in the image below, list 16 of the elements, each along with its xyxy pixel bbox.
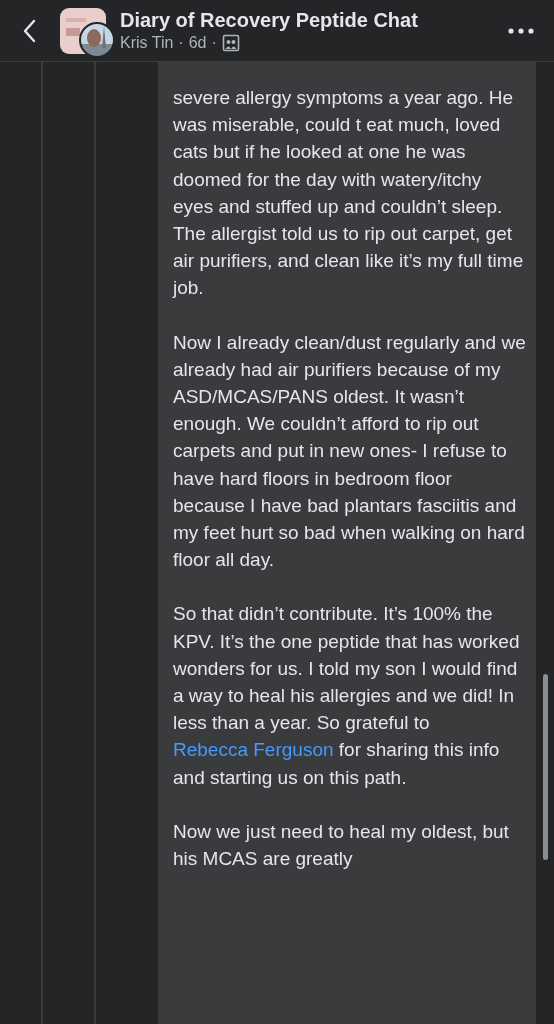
more-options-button[interactable] <box>508 27 534 34</box>
back-button[interactable] <box>22 18 36 43</box>
post-time: 6d <box>188 34 207 52</box>
scrollbar[interactable] <box>543 674 548 860</box>
separator-dot: · <box>211 34 217 52</box>
more-icon <box>508 27 534 34</box>
group-title[interactable]: Diary of Recovery Peptide Chat <box>120 9 508 32</box>
comment-paragraph: So that didn’t contribute. It’s 100% the KPV. It’s the one peptide that has worked wonders for us. I told my son I would find a way to heal his allergies and we did! In less than a year. So grateful to Rebecca Ferguson for sharing this info and starting us on this path. <box>173 602 521 790</box>
author-name[interactable]: Kris Tin <box>120 34 174 52</box>
group-audience-icon <box>221 34 240 52</box>
comment-paragraph: Now I already clean/dust regularly and we already had air purifiers because of my ASD/MCAS/PANS oldest. It wasn’t enough. We couldn’t afford to rip out carpets and put in new ones- I refuse to have hard floors in bedroom floor because I have bad plantars fasciitis and my feet hurt so bad when walking on hard floor all day. <box>173 330 526 573</box>
profile-link[interactable]: Rebecca Ferguson <box>173 739 334 761</box>
comment-paragraph: Now we just need to heal my oldest, but his MCAS are greatly <box>173 819 510 872</box>
back-icon <box>22 18 36 43</box>
separator-dot: · <box>178 34 184 52</box>
comment-paragraph: severe allergy symptoms a year ago. He was miserable, could t eat much, loved cats but if he looked at one he was doomed for the day with watery/itchy eyes and stuffed up and couldn’t sleep. The allergist told us to rip out carpet, get air purifiers, and clean like it’s my full time job. <box>173 86 525 301</box>
